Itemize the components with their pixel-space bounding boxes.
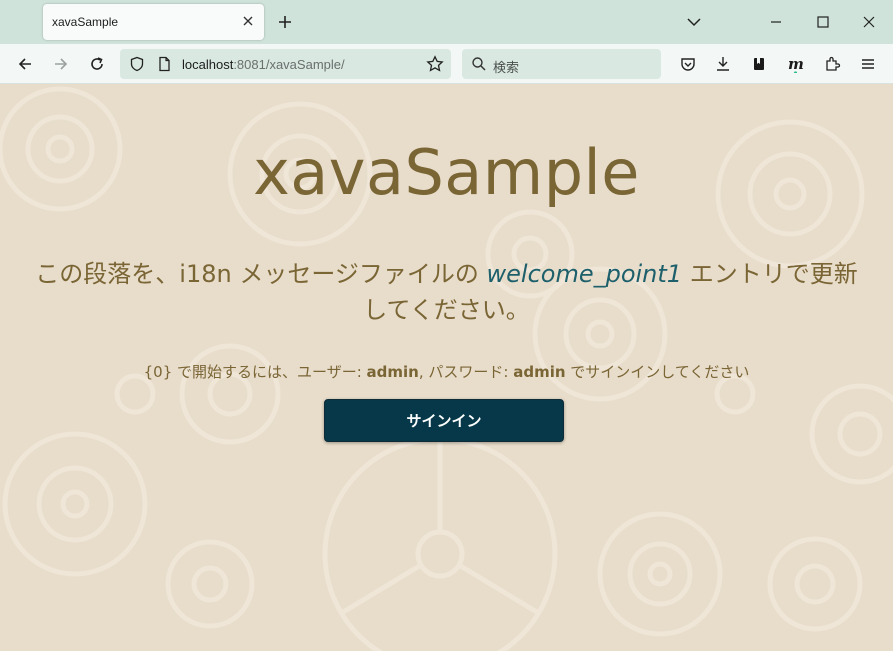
welcome-key: welcome_point1 [486,260,683,288]
instr-suffix: でサインインしてください [565,363,750,381]
welcome-i18n: i18n [179,260,232,288]
welcome-middle: メッセージファイルの [231,260,487,288]
instr-prefix: {0} で開始するには、ユーザー: [143,363,367,381]
maximize-icon[interactable] [814,13,832,31]
svg-text:m: m [788,55,804,73]
tab-title: xavaSample [52,15,119,29]
bookmarks-icon[interactable] [750,55,768,73]
shield-icon[interactable] [129,56,145,72]
url-text[interactable]: localhost:8081/xavaSample/ [182,57,345,72]
back-icon[interactable] [16,55,34,73]
search-icon [472,57,486,71]
search-placeholder: 検索 [493,60,520,75]
page-icon[interactable] [156,56,172,72]
url-path: :8081/xavaSample/ [233,57,345,72]
welcome-prefix: この段落を、 [35,260,180,288]
pocket-icon[interactable] [679,55,697,73]
new-tab-icon[interactable] [276,13,294,31]
star-icon[interactable] [426,55,444,73]
welcome-message: この段落を、i18n メッセージファイルの welcome_point1 エント… [30,256,863,328]
window-close-icon[interactable] [860,13,878,31]
reload-icon[interactable] [88,55,106,73]
search-bar[interactable]: 検索 [462,49,661,79]
forward-icon[interactable] [52,55,70,73]
signin-button[interactable]: サインイン [324,399,564,442]
page-title: xavaSample [253,136,640,209]
instr-middle: , パスワード: [418,363,514,381]
url-host: localhost [182,57,234,72]
navigation-toolbar: localhost:8081/xavaSample/ 検索 m [0,44,893,84]
page-content: xavaSample この段落を、i18n メッセージファイルの welcome… [0,84,893,651]
close-tab-icon[interactable] [240,13,256,29]
list-tabs-icon[interactable] [685,13,703,31]
signin-instructions: {0} で開始するには、ユーザー: admin, パスワード: admin でサ… [0,361,893,382]
extensions-icon[interactable] [823,55,841,73]
extension-m-icon[interactable]: m [786,55,804,73]
minimize-icon[interactable] [767,13,785,31]
url-bar[interactable]: localhost:8081/xavaSample/ [120,49,451,79]
browser-tab[interactable]: xavaSample [43,4,264,40]
download-icon[interactable] [714,55,732,73]
tab-strip: xavaSample [0,0,893,44]
instr-user: admin [366,363,419,381]
menu-icon[interactable] [859,55,877,73]
instr-password: admin [513,363,566,381]
